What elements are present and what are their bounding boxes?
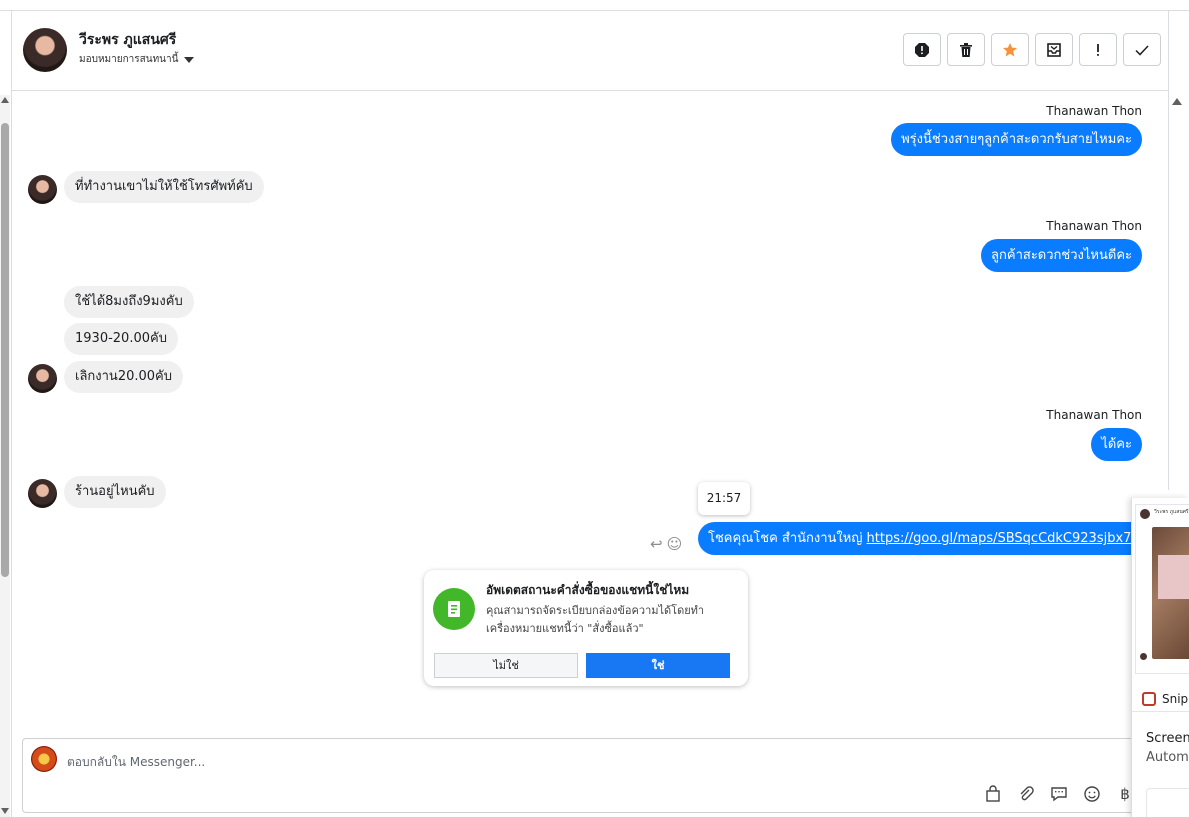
yes-button[interactable]: ใช่ bbox=[586, 653, 730, 678]
contact-name[interactable]: วีระพร ภูแสนศรี bbox=[79, 29, 176, 51]
location-message-text: โชคคุณโชค สำนักงานใหญ่ bbox=[708, 531, 867, 546]
scroll-up-arrow-icon[interactable] bbox=[1, 97, 9, 103]
snip-overlay-panel: วีระพร ภูแสนศรี Snip Screens Autom bbox=[1131, 498, 1189, 817]
message-actions: ↩ ☺ bbox=[650, 535, 682, 553]
page-avatar bbox=[31, 746, 57, 772]
done-icon bbox=[1135, 44, 1149, 56]
contact-mini-avatar[interactable] bbox=[28, 175, 57, 204]
order-status-prompt: อัพเดตสถานะคำสั่งซื้อของแชทนี้ใช่ไหม คุณ… bbox=[424, 570, 748, 686]
thumbnail-avatar-small bbox=[1140, 653, 1147, 660]
right-scroll-up-arrow-icon[interactable] bbox=[1172, 98, 1182, 105]
order-prompt-title: อัพเดตสถานะคำสั่งซื้อของแชทนี้ใช่ไหม bbox=[486, 583, 690, 597]
message-bubble-sent[interactable]: พรุ่งนี้ช่วงสายๆลูกค้าสะดวกรับสายไหมคะ bbox=[891, 123, 1142, 156]
left-divider bbox=[11, 10, 12, 817]
spam-icon bbox=[915, 42, 929, 57]
map-link[interactable]: https://goo.gl/maps/SBSqcCdkC923sjbx7 bbox=[867, 531, 1132, 546]
scroll-down-arrow-icon[interactable] bbox=[1, 808, 9, 814]
reply-icon[interactable]: ↩ bbox=[650, 535, 663, 553]
mark-done-button[interactable] bbox=[1123, 33, 1161, 66]
assign-conversation-dropdown[interactable]: มอบหมายการสนทนานี้ bbox=[79, 52, 195, 67]
screenshot-thumbnail[interactable]: วีระพร ภูแสนศรี bbox=[1135, 504, 1189, 674]
receipt-icon bbox=[433, 588, 475, 630]
star-button[interactable] bbox=[991, 33, 1029, 66]
message-bubble-received[interactable]: ร้านอยู่ไหนคับ bbox=[64, 476, 166, 508]
delete-button[interactable] bbox=[947, 33, 985, 66]
conversation-toolbar bbox=[903, 33, 1161, 66]
contact-avatar[interactable] bbox=[23, 28, 67, 72]
snip-label: Snip bbox=[1162, 692, 1189, 706]
message-bubble-received[interactable]: ใช้ได้8มงถึง9มงคับ bbox=[64, 286, 194, 318]
mark-spam-button[interactable] bbox=[903, 33, 941, 66]
shopping-bag-icon[interactable] bbox=[982, 783, 1004, 805]
saved-replies-icon[interactable] bbox=[1048, 783, 1070, 805]
right-divider bbox=[1168, 10, 1169, 490]
emoji-icon[interactable] bbox=[1081, 783, 1103, 805]
message-timestamp-tooltip: 21:57 bbox=[698, 482, 750, 515]
message-bubble-received[interactable]: 1930-20.00คับ bbox=[64, 323, 178, 355]
archive-button[interactable] bbox=[1035, 33, 1073, 66]
overlay-box bbox=[1146, 788, 1189, 817]
order-prompt-description: คุณสามารถจัดระเบียบกล่องข้อความได้โดยทำเ… bbox=[486, 604, 705, 635]
scrollbar-thumb[interactable] bbox=[1, 123, 9, 577]
reply-composer[interactable]: ตอบกลับใน Messenger... ฿ bbox=[22, 738, 1152, 813]
reply-input[interactable]: ตอบกลับใน Messenger... bbox=[67, 753, 205, 772]
assign-conversation-label: มอบหมายการสนทนานี้ bbox=[79, 54, 179, 65]
react-emoji-icon[interactable]: ☺ bbox=[667, 535, 683, 553]
no-button[interactable]: ไม่ใช่ bbox=[434, 653, 578, 678]
archive-icon bbox=[1047, 42, 1061, 57]
message-bubble-received[interactable]: ที่ทำงานเขาไม่ให้ใช้โทรศัพท์คับ bbox=[64, 171, 264, 203]
trash-icon bbox=[960, 42, 972, 57]
thumbnail-image bbox=[1152, 527, 1189, 659]
snip-icon bbox=[1142, 692, 1156, 706]
left-scrollbar[interactable] bbox=[0, 95, 10, 817]
contact-mini-avatar[interactable] bbox=[28, 364, 57, 393]
mark-important-button[interactable] bbox=[1079, 33, 1117, 66]
sender-name: Thanawan Thon bbox=[1046, 408, 1142, 422]
message-bubble-received[interactable]: เลิกงาน20.00คับ bbox=[64, 361, 183, 393]
sender-name: Thanawan Thon bbox=[1046, 104, 1142, 118]
attachment-icon[interactable] bbox=[1015, 783, 1037, 805]
composer-toolbar: ฿ bbox=[982, 783, 1136, 805]
sender-name: Thanawan Thon bbox=[1046, 219, 1142, 233]
overlay-divider bbox=[1132, 711, 1189, 712]
thumbnail-name: วีระพร ภูแสนศรี bbox=[1154, 509, 1189, 515]
conversation-header: วีระพร ภูแสนศรี มอบหมายการสนทนานี้ bbox=[12, 11, 1168, 91]
screenshot-label: Screens bbox=[1146, 731, 1189, 746]
message-bubble-sent[interactable]: ได้คะ bbox=[1091, 428, 1142, 461]
contact-mini-avatar[interactable] bbox=[28, 479, 57, 508]
message-bubble-sent-location[interactable]: โชคคุณโชค สำนักงานใหญ่ https://goo.gl/ma… bbox=[698, 522, 1132, 555]
snip-tool-row[interactable]: Snip bbox=[1142, 692, 1188, 706]
thumbnail-avatar bbox=[1140, 509, 1150, 519]
star-icon bbox=[1003, 42, 1017, 56]
message-bubble-sent[interactable]: ลูกค้าสะดวกช่วงไหนดีคะ bbox=[981, 239, 1142, 272]
important-icon bbox=[1097, 43, 1099, 56]
chevron-down-icon bbox=[184, 56, 195, 63]
automation-label: Autom bbox=[1146, 750, 1189, 765]
